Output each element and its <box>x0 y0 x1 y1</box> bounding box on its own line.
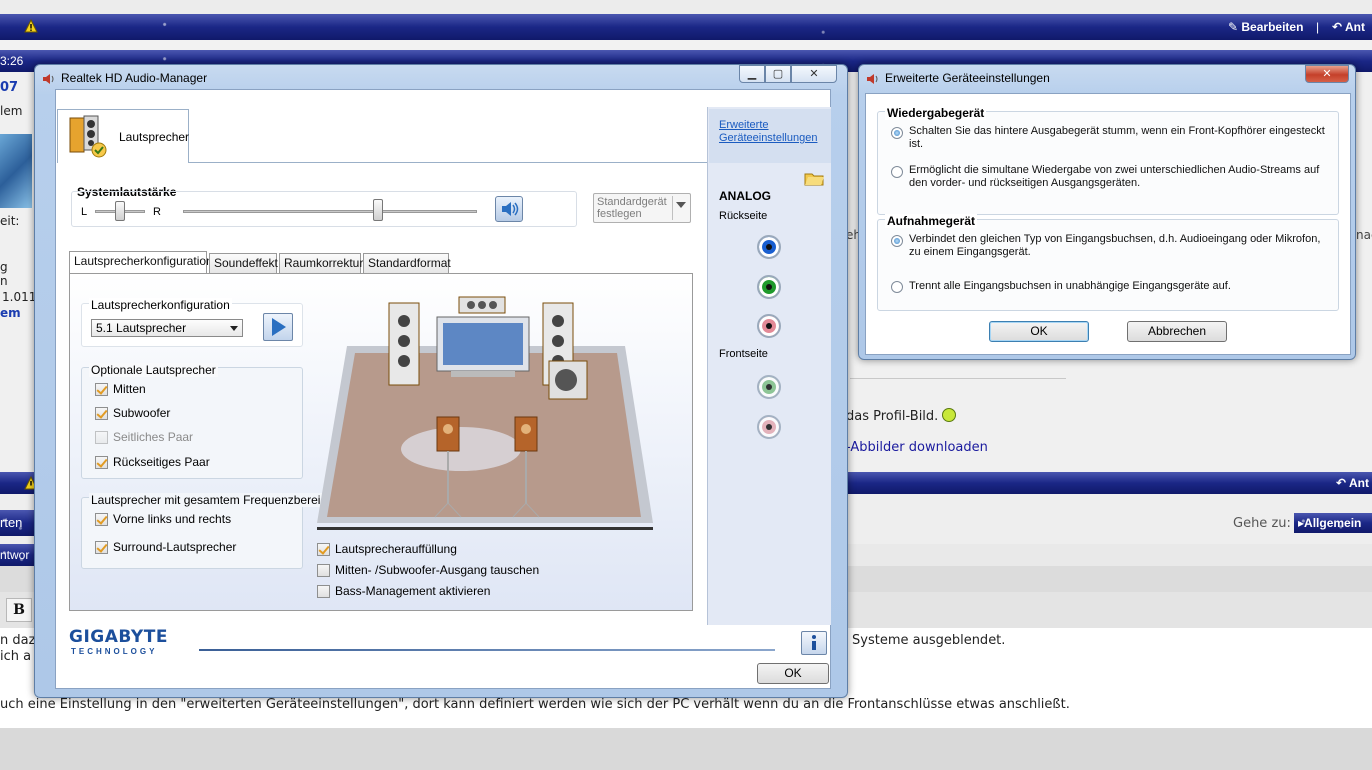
netzwerk-tab[interactable]: ntwor <box>0 544 36 566</box>
play-test-button[interactable] <box>263 313 293 341</box>
chevron-down-icon <box>676 202 686 208</box>
checkbox-center-label: Mitten <box>113 382 146 396</box>
dialog-close-button[interactable]: ✕ <box>1305 65 1349 83</box>
back-panel-label: Rückseite <box>719 210 768 222</box>
checkbox-speaker-fill-label: Lautsprecherauffüllung <box>335 542 457 556</box>
forum-post-bar: ✎ Bearbeiten | ↶ Ant <box>0 14 1372 40</box>
volume-thumb[interactable] <box>373 199 383 221</box>
checkbox-front-lr-label: Vorne links und rechts <box>113 512 232 526</box>
tab-default-format[interactable]: Standardformat <box>363 253 451 273</box>
tab-speaker-config[interactable]: Lautsprecherkonfiguration <box>69 251 213 273</box>
checkbox-surround-label: Surround-Lautsprecher <box>113 540 237 554</box>
post-time: 3:26 <box>0 54 24 68</box>
dialog-title: Erweiterte Geräteeinstellungen <box>885 71 1050 85</box>
info-icon <box>812 635 816 650</box>
speaker-icon <box>43 74 54 84</box>
speaker-config-select[interactable]: 5.1 Lautsprecher <box>91 319 243 337</box>
bold-button[interactable]: B <box>6 598 32 622</box>
jack-front-pink[interactable] <box>757 415 781 439</box>
checkbox-speaker-fill[interactable] <box>317 543 330 556</box>
jack-front-green[interactable] <box>757 375 781 399</box>
radio-mute-rear[interactable] <box>891 127 903 139</box>
nav-tab[interactable]: rten <box>0 510 34 536</box>
balance-thumb[interactable] <box>115 201 125 221</box>
checkbox-swap-label: Mitten- /Subwoofer-Ausgang tauschen <box>335 563 540 577</box>
dialog-cancel-button[interactable]: Abbrechen <box>1127 321 1227 342</box>
folder-icon[interactable] <box>803 169 825 187</box>
analog-label: ANALOG <box>719 189 771 203</box>
chevron-down-icon <box>230 326 238 331</box>
radio-simultaneous[interactable] <box>891 166 903 178</box>
maximize-button[interactable]: ▢ <box>765 65 791 83</box>
speaker-icon <box>867 74 878 84</box>
checkbox-rear-pair-label: Rückseitiges Paar <box>113 455 210 469</box>
tab-room-correction[interactable]: Raumkorrektur <box>279 253 363 273</box>
speaker-device-icon <box>69 115 107 158</box>
checkbox-rear-pair[interactable] <box>95 456 108 469</box>
checkbox-bass-label: Bass-Management aktivieren <box>335 584 491 598</box>
download-link[interactable]: -Abbilder downloaden <box>846 440 988 455</box>
ok-button[interactable]: OK <box>757 663 829 684</box>
gigabyte-logo: GIGABYTE TECHNOLOGY <box>69 627 168 656</box>
minimize-button[interactable]: ▁ <box>739 65 765 83</box>
checkbox-subwoofer[interactable] <box>95 407 108 420</box>
radio-mute-rear-label: Schalten Sie das hintere Ausgabegerät st… <box>909 125 1325 150</box>
window-title: Realtek HD Audio-Manager <box>61 71 208 85</box>
front-panel-label: Frontseite <box>719 348 768 360</box>
reply-link[interactable]: ↶ Ant <box>1332 20 1365 34</box>
device-tab-speakers[interactable]: Lautsprecher <box>57 109 189 163</box>
checkbox-surround[interactable] <box>95 541 108 554</box>
advanced-settings-dialog: Erweiterte Geräteeinstellungen ✕ Wiederg… <box>858 64 1356 360</box>
speaker-room-illustration[interactable] <box>311 291 661 541</box>
play-icon <box>272 318 286 336</box>
edit-link[interactable]: ✎ Bearbeiten <box>1228 20 1303 34</box>
checkbox-swap-center-sub[interactable] <box>317 564 330 577</box>
goto-select[interactable]: ▸Allgemein <box>1294 513 1372 533</box>
profile-text: das Profil-Bild. <box>846 408 957 424</box>
checkbox-side-pair <box>95 431 108 444</box>
radio-tie-inputs[interactable] <box>891 235 903 247</box>
warning-icon <box>24 19 38 33</box>
advanced-settings-link[interactable]: Erweiterte Geräteeinstellungen <box>719 119 829 145</box>
mute-button[interactable] <box>495 196 523 222</box>
checkbox-bass-management[interactable] <box>317 585 330 598</box>
checkbox-subwoofer-label: Subwoofer <box>113 406 171 420</box>
checkbox-side-pair-label: Seitliches Paar <box>113 430 194 444</box>
radio-tie-inputs-label: Verbindet den gleichen Typ von Eingangsb… <box>909 233 1321 258</box>
forum-top-strip <box>0 0 1372 14</box>
radio-separate-inputs-label: Trennt alle Eingangsbuchsen in unabhängi… <box>909 280 1231 292</box>
jack-rear-blue[interactable] <box>757 235 781 259</box>
reply-link-2[interactable]: ↶ Ant <box>1336 476 1369 490</box>
checkbox-front-lr[interactable] <box>95 513 108 526</box>
jack-rear-green[interactable] <box>757 275 781 299</box>
config-tabs: Lautsprecherkonfiguration Soundeffekt Ra… <box>69 251 693 275</box>
close-button[interactable]: ✕ <box>791 65 837 83</box>
jack-rear-pink[interactable] <box>757 314 781 338</box>
radio-separate-inputs[interactable] <box>891 281 903 293</box>
fullrange-group: Lautsprecher mit gesamtem Frequenzbereic… <box>81 493 336 569</box>
speaker-volume-icon <box>502 202 519 216</box>
default-device-button[interactable]: Standardgerät festlegen <box>593 193 691 223</box>
dialog-ok-button[interactable]: OK <box>989 321 1089 342</box>
smiley-icon <box>942 408 957 422</box>
tab-sound-effect[interactable]: Soundeffekt <box>209 253 278 273</box>
radio-simultaneous-label: Ermöglicht die simultane Wiedergabe von … <box>909 164 1320 189</box>
info-button[interactable] <box>801 631 827 655</box>
realtek-manager-window: Realtek HD Audio-Manager ▁ ▢ ✕ Lautsprec… <box>34 64 848 698</box>
goto-label: Gehe zu: <box>1233 516 1291 531</box>
checkbox-center[interactable] <box>95 383 108 396</box>
user-avatar <box>0 134 32 208</box>
volume-slider[interactable] <box>183 210 477 213</box>
